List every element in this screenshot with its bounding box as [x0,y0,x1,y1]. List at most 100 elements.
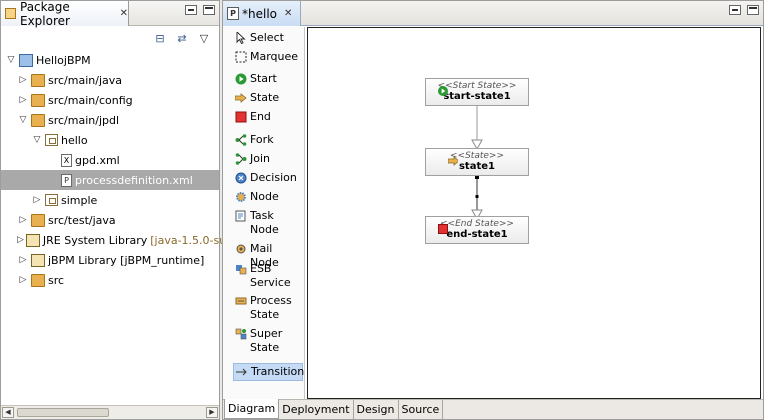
diagram-canvas[interactable]: <<Start State>> start-state1 <<State>> s… [307,27,761,399]
tree-item-label: jBPM Library [jBPM_runtime] [48,253,205,267]
collapsed-chevron-icon[interactable]: ▷ [17,75,29,85]
end-icon [235,111,247,123]
close-icon[interactable]: ✕ [284,8,292,19]
tree-item-jbpm-library[interactable]: ▷ jBPM Library [jBPM_runtime] [1,250,219,270]
package-explorer-tab[interactable]: Package Explorer ✕ [1,0,129,28]
collapsed-chevron-icon[interactable]: ▷ [17,255,29,265]
tree-item-src-main-jpdl[interactable]: ▽ src/main/jpdl [1,110,219,130]
palette-item-super-state[interactable]: Super State [235,327,302,355]
collapsed-chevron-icon[interactable]: ▷ [31,195,43,205]
tree-item-processdefinition-xml[interactable]: P processdefinition.xml [1,170,219,190]
tree-item-src-test-java[interactable]: ▷ src/test/java [1,210,219,230]
tab-source[interactable]: Source [398,400,444,419]
view-menu-chevron-down-icon[interactable]: ▽ [197,31,211,45]
process-editor: P *hello ✕ Select Marquee Start State En… [222,0,764,420]
start-icon [438,86,448,96]
package-explorer-tabbar: Package Explorer ✕ [1,0,219,28]
decision-icon [235,172,247,184]
minimize-icon[interactable] [185,5,197,15]
source-folder-icon [31,73,45,87]
scroll-right-icon[interactable]: ▶ [206,407,218,418]
expanded-chevron-icon[interactable]: ▽ [17,115,29,125]
folder-icon [31,273,45,287]
palette-item-decision[interactable]: Decision [235,171,302,185]
library-icon [25,233,40,247]
collapsed-chevron-icon[interactable]: ▷ [17,275,29,285]
horizontal-scrollbar[interactable]: ◀ ▶ [1,405,219,419]
tree-item-src[interactable]: ▷ src [1,270,219,290]
palette-item-select[interactable]: Select [235,31,302,45]
collapsed-chevron-icon[interactable]: ▷ [17,235,24,245]
transition-edges [471,106,483,221]
editor-tab-hello[interactable]: P *hello ✕ [223,1,301,26]
palette-item-start[interactable]: Start [235,72,302,86]
expanded-chevron-icon[interactable]: ▽ [5,55,17,65]
tree-item-simple[interactable]: ▷ simple [1,190,219,210]
tree-item-hellojbpm[interactable]: ▽ HellojBPM [1,50,219,70]
node-palette: Select Marquee Start State End Fork Join… [223,27,305,399]
tree-item-label: JRE System Library [42,233,148,247]
collapsed-chevron-icon[interactable]: ▷ [17,215,29,225]
palette-item-label: Process State [250,294,292,321]
mail-node-icon [235,243,247,255]
node-start-state1[interactable]: <<Start State>> start-state1 [425,78,529,106]
tree-item-label: src/main/jpdl [48,113,120,127]
palette-item-state[interactable]: State [235,91,302,105]
super-state-icon [235,328,247,340]
palette-item-end[interactable]: End [235,110,302,124]
palette-item-join[interactable]: Join [235,152,302,166]
scroll-left-icon[interactable]: ◀ [2,407,14,418]
palette-item-label: Super State [250,327,283,354]
palette-item-fork[interactable]: Fork [235,133,302,147]
tree-item-label: processdefinition.xml [75,173,193,187]
tree-item-label: src [48,273,65,287]
palette-item-node[interactable]: Node [235,190,302,204]
tree-item-label: HellojBPM [36,53,91,67]
join-icon [235,153,247,165]
palette-item-label: Start [250,72,277,85]
editor-page-tabs: Diagram Deployment Design Source [223,399,763,419]
tree-item-src-main-java[interactable]: ▷ src/main/java [1,70,219,90]
maximize-icon[interactable] [747,5,759,15]
palette-item-transition[interactable]: Transition [233,363,305,381]
close-icon[interactable]: ✕ [120,8,128,19]
tree-item-jre-system-library[interactable]: ▷ JRE System Library [java-1.5.0-su [1,230,226,250]
package-icon [45,134,58,146]
node-end-state1[interactable]: <<End State>> end-state1 [425,216,529,244]
collapse-all-icon[interactable]: ⊟ [153,31,167,45]
project-tree: ▽ HellojBPM ▷ src/main/java ▷ src/main/c… [1,50,226,290]
palette-item-label: Transition [251,365,305,378]
tab-deployment[interactable]: Deployment [279,400,354,419]
tab-design[interactable]: Design [353,400,399,419]
tree-item-gpd-xml[interactable]: X gpd.xml [1,150,219,170]
process-file-icon: P [227,7,239,20]
link-with-editor-icon[interactable]: ⇄ [175,31,189,45]
palette-item-label: Task Node [250,209,279,236]
palette-item-marquee[interactable]: Marquee [235,50,302,64]
package-icon [45,194,58,206]
xml-file-icon: X [61,153,72,167]
editor-tabbar: P *hello ✕ [223,1,763,26]
node-state1[interactable]: <<State>> state1 [425,148,529,176]
task-node-icon [235,210,247,222]
palette-item-label: End [250,110,271,123]
tab-diagram[interactable]: Diagram [224,399,280,419]
palette-item-label: Node [250,190,279,203]
palette-item-task-node[interactable]: Task Node [235,209,302,237]
palette-item-label: ESB Service [250,262,291,289]
palette-item-process-state[interactable]: Process State [235,294,302,322]
palette-item-label: Join [250,152,271,165]
selection-handle[interactable] [475,195,479,198]
tree-item-src-main-config[interactable]: ▷ src/main/config [1,90,219,110]
palette-item-label: Decision [250,171,297,184]
collapsed-chevron-icon[interactable]: ▷ [17,95,29,105]
expanded-chevron-icon[interactable]: ▽ [31,135,43,145]
palette-item-esb-service[interactable]: ESB Service [235,262,302,290]
scrollbar-thumb[interactable] [17,408,109,417]
tree-item-hello[interactable]: ▽ hello [1,130,219,150]
node-stereotype: <<State>> [450,151,504,161]
palette-item-label: Marquee [250,50,299,63]
maximize-icon[interactable] [203,5,215,15]
minimize-icon[interactable] [729,5,741,15]
library-icon [31,253,45,267]
